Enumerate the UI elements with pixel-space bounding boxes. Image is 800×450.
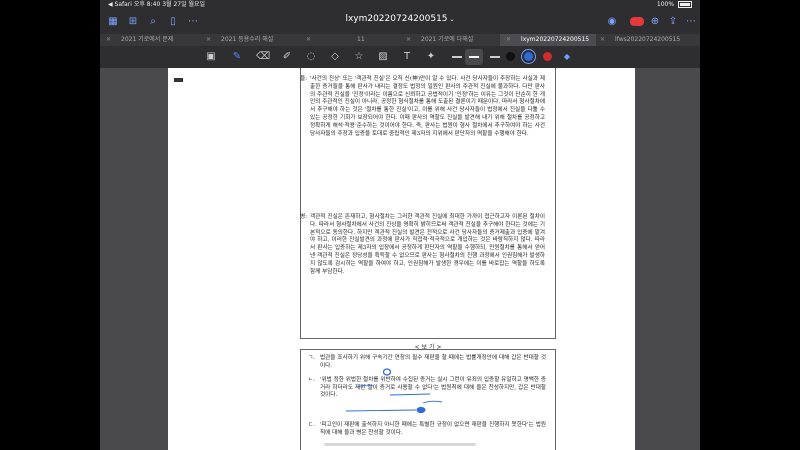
highlighter-icon[interactable]: ✐ bbox=[280, 50, 294, 64]
bogi-item-a: ㄱ. 법관을 조사하기 위해 구속기간 연장의 필수 재판을 할 때에는 법률개… bbox=[308, 355, 546, 370]
passage-paragraph-byeong: 병: 객관적 진실은 존재하고, 형사절차는 그러한 객관적 진실에 최대한 가… bbox=[300, 214, 545, 276]
textbox-icon[interactable]: T bbox=[400, 50, 414, 64]
medium-stroke-icon bbox=[469, 56, 479, 58]
close-tab-icon[interactable]: ✕ bbox=[206, 36, 211, 43]
share-icon[interactable]: ⇪ bbox=[666, 15, 680, 29]
color-blue-selected[interactable] bbox=[524, 52, 533, 61]
pdf-page[interactable]: 을: '사건의 진상' 또는 '객관적 진실'은 오직 신(神)만이 알 수 있… bbox=[168, 68, 635, 450]
pen-icon[interactable]: ✎ bbox=[230, 50, 244, 64]
more-icon[interactable]: ⋯ bbox=[684, 15, 698, 29]
close-tab-icon[interactable]: ✕ bbox=[506, 36, 511, 43]
color-red[interactable] bbox=[543, 52, 552, 61]
passage-paragraph-eul: 을: '사건의 진상' 또는 '객관적 진실'은 오직 신(神)만이 알 수 있… bbox=[300, 76, 545, 138]
bogi-item-c: ㄷ. '피고인이 재판에 출석하지 아니한 때에는 특별한 규정이 없으면 재판… bbox=[308, 422, 546, 437]
tab-2[interactable]: ✕ 11 bbox=[306, 34, 406, 46]
tab-label: 11 bbox=[357, 36, 365, 43]
tab-label: lxym20220724200515 bbox=[521, 36, 590, 43]
item-text: '피고인이 재판에 출석하지 아니한 때에는 특별한 규정이 없으면 재판을 진… bbox=[320, 422, 546, 436]
status-time: 오후 8:40 bbox=[133, 1, 161, 8]
close-tab-icon[interactable]: ✕ bbox=[406, 36, 411, 43]
eraser-icon[interactable]: ⌫ bbox=[256, 50, 270, 64]
document-canvas[interactable]: 을: '사건의 진상' 또는 '객관적 진실'은 오직 신(神)만이 알 수 있… bbox=[100, 68, 700, 450]
close-tab-icon[interactable]: ✕ bbox=[306, 36, 311, 43]
tab-3[interactable]: ✕ 2021 기로에 다해설 bbox=[406, 34, 506, 46]
add-page-icon[interactable]: ⊕ bbox=[648, 15, 662, 29]
tab-5[interactable]: ✕ lfws20220724200515 bbox=[600, 34, 700, 46]
color-picker-icon[interactable]: ◆ bbox=[560, 50, 574, 64]
page-thumbnail-icon[interactable]: ▣ bbox=[204, 50, 218, 64]
tab-bar: ✕ 2021 기로에서 문제 ✕ 2021 등용수리 해설 ✕ 11 ✕ 2021 기로… bbox=[100, 34, 700, 46]
back-to-app[interactable]: ◀ Safari bbox=[108, 1, 132, 8]
paragraph-marker: 병: bbox=[300, 214, 308, 220]
color-black[interactable] bbox=[506, 52, 515, 61]
sticker-icon[interactable]: ☆ bbox=[352, 50, 366, 64]
tab-1[interactable]: ✕ 2021 등용수리 해설 bbox=[206, 34, 306, 46]
paragraph-text: 객관적 진실은 존재하고, 형사절차는 그러한 객관적 진실에 최대한 가까이 … bbox=[310, 214, 545, 275]
thin-stroke-option[interactable] bbox=[452, 56, 462, 58]
item-text: '위법 정한 위법한 절차를 위반하여 수집된 증거는 실시 그런이 유죄의 입… bbox=[320, 377, 546, 399]
tab-label: 2021 등용수리 해설 bbox=[221, 36, 274, 43]
tab-label: lfws20220724200515 bbox=[615, 36, 681, 43]
item-marker: ㄱ. bbox=[308, 355, 315, 361]
battery-percent: 100% bbox=[656, 1, 675, 8]
shapes-icon[interactable]: ◇ bbox=[328, 50, 342, 64]
page-thumbnail-marker bbox=[174, 78, 183, 82]
tab-0[interactable]: ✕ 2021 기로에서 문제 bbox=[106, 34, 206, 46]
tab-label: 2021 기로에서 문제 bbox=[121, 36, 174, 43]
close-tab-icon[interactable]: ✕ bbox=[106, 36, 111, 43]
item-text: 법관을 조사하기 위해 구속기간 연장의 필수 재판을 할 때에는 법률개정안에… bbox=[320, 355, 546, 369]
image-icon[interactable]: ▨ bbox=[376, 50, 390, 64]
tab-4-active[interactable]: ✕ lxym20220724200515 bbox=[500, 34, 596, 46]
home-indicator[interactable] bbox=[324, 443, 476, 446]
status-date: 3월 27일 월요일 bbox=[162, 1, 206, 8]
annotation-toolbar: ▣ ✎ ⌫ ✐ ◌ ◇ ☆ ▨ T ✦ ◆ bbox=[100, 46, 700, 69]
tab-label: 2021 기로에 다해설 bbox=[421, 36, 474, 43]
lasso-icon[interactable]: ◌ bbox=[304, 50, 318, 64]
item-marker: ㄷ. bbox=[308, 422, 315, 428]
recording-indicator-icon[interactable] bbox=[630, 17, 644, 26]
nav-bar: ▦ ⊞ ⌕ ▯ ⋯ lxym20220724200515 ⌄ ◉ ⊕ ⇪ ⋯ bbox=[100, 10, 700, 34]
thick-stroke-option[interactable] bbox=[490, 56, 500, 58]
paragraph-marker: 을: bbox=[300, 76, 308, 82]
status-bar: ◀ Safari 오후 8:40 3월 27일 월요일 100% bbox=[100, 0, 700, 10]
mic-icon[interactable]: ◉ bbox=[605, 15, 619, 29]
item-marker: ㄴ. bbox=[308, 377, 315, 383]
bogi-item-b: ㄴ. '위법 정한 위법한 절차를 위반하여 수집된 증거는 실시 그런이 유죄… bbox=[308, 377, 546, 400]
laser-pointer-icon[interactable]: ✦ bbox=[424, 50, 438, 64]
document-title-text: lxym20220724200515 bbox=[345, 14, 448, 24]
chevron-down-icon: ⌄ bbox=[449, 16, 455, 23]
close-tab-icon[interactable]: ✕ bbox=[600, 36, 605, 43]
battery-icon bbox=[678, 1, 692, 8]
ipad-screen: ◀ Safari 오후 8:40 3월 27일 월요일 100% ▦ ⊞ ⌕ ▯… bbox=[100, 0, 700, 450]
paragraph-text: '사건의 진상' 또는 '객관적 진실'은 오직 신(神)만이 알 수 있다. … bbox=[310, 76, 545, 137]
